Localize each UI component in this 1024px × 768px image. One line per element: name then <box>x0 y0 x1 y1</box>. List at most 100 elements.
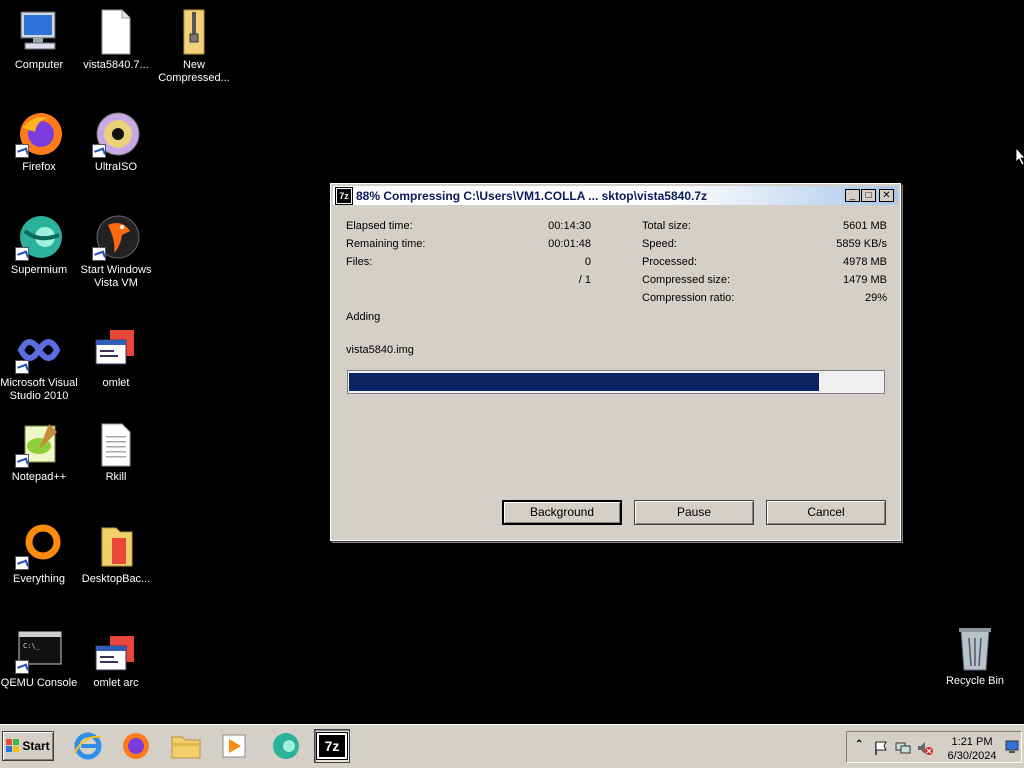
shortcut-arrow-icon <box>15 660 29 674</box>
console-icon: C:\_ <box>15 626 63 674</box>
computer-icon <box>15 8 63 56</box>
media-player-icon <box>222 734 246 758</box>
desktop-icon-label: DesktopBac... <box>81 573 151 585</box>
desktop-icon-qemu-console[interactable]: C:\_ QEMU Console <box>0 626 78 690</box>
omlet-icon <box>92 626 140 674</box>
recycle-bin-icon <box>951 624 999 672</box>
dialog-title-bar[interactable]: 7z 88% Compressing C:\Users\VM1.COLLA ..… <box>333 186 898 205</box>
clock-date: 6/30/2024 <box>947 750 997 762</box>
cancel-button[interactable]: Cancel <box>766 500 886 525</box>
stat-value: / 1 <box>578 274 591 286</box>
desktop-icon-label: Recycle Bin <box>945 675 1005 687</box>
folder-icon <box>171 736 201 759</box>
action-center-flag-icon[interactable] <box>873 740 889 756</box>
shortcut-arrow-icon <box>15 454 29 468</box>
progress-bar-fill <box>349 373 819 391</box>
desktop-icon-label: omlet <box>102 377 130 389</box>
desktop-icon-visual-studio[interactable]: Microsoft Visual Studio 2010 <box>0 326 78 403</box>
desktop-icon-ultraiso[interactable]: UltraISO <box>77 110 155 174</box>
status-text: Adding <box>346 311 381 323</box>
stat-label: Speed: <box>642 238 677 250</box>
show-hidden-icons-button[interactable]: ⌃ <box>855 739 863 750</box>
volume-muted-icon[interactable] <box>917 740 933 756</box>
background-button[interactable]: Background <box>502 500 622 525</box>
shortcut-arrow-icon <box>92 247 106 261</box>
stat-value: 0 <box>584 256 591 268</box>
taskbar-supermium[interactable] <box>268 729 304 763</box>
desktop-icon-everything[interactable]: Everything <box>0 522 78 586</box>
mouse-cursor-icon <box>1016 148 1024 166</box>
stat-label: Remaining time: <box>346 238 426 250</box>
stat-value: 00:14:30 <box>548 220 591 232</box>
stat-label: Files: <box>346 256 373 268</box>
folder-icon <box>92 522 140 570</box>
pause-button[interactable]: Pause <box>634 500 754 525</box>
desktop-icon-firefox[interactable]: Firefox <box>0 110 78 174</box>
desktop-icon-label: vista5840.7... <box>83 59 149 71</box>
firefox-icon <box>15 110 63 158</box>
close-button[interactable]: ✕ <box>879 189 894 202</box>
everything-icon <box>15 522 63 570</box>
taskbar-internet-explorer[interactable] <box>70 729 106 763</box>
taskbar: Start 7z ⌃ 1:21 PM 6/30/2024 <box>0 724 1024 768</box>
network-icon[interactable] <box>895 740 911 756</box>
maximize-button[interactable]: □ <box>861 189 876 202</box>
stat-value: 29% <box>864 292 887 304</box>
desktop-icon-vista-vm[interactable]: Start Windows Vista VM <box>77 213 155 290</box>
shortcut-arrow-icon <box>92 144 106 158</box>
desktop-icon-label: New Compressed... <box>158 59 230 84</box>
start-button[interactable]: Start <box>2 731 54 761</box>
progress-bar <box>347 370 885 394</box>
desktop-icon-label: QEMU Console <box>0 677 78 689</box>
desktop-icon-supermium[interactable]: Supermium <box>0 213 78 277</box>
internet-explorer-icon <box>74 732 102 760</box>
notepadpp-icon <box>15 420 63 468</box>
taskbar-media-player[interactable] <box>216 729 252 763</box>
taskbar-firefox[interactable] <box>118 729 154 763</box>
desktop-icon-label: Start Windows Vista VM <box>80 264 152 289</box>
shortcut-arrow-icon <box>15 556 29 570</box>
desktop-icon-recycle-bin[interactable]: Recycle Bin <box>936 624 1014 688</box>
maximize-icon: □ <box>865 189 872 201</box>
desktop-icon-label: UltraISO <box>94 161 138 173</box>
desktop-icon-notepadpp[interactable]: Notepad++ <box>0 420 78 484</box>
desktop-icon-omlet-arc[interactable]: omlet arc <box>77 626 155 690</box>
shortcut-arrow-icon <box>15 360 29 374</box>
stat-value: 00:01:48 <box>548 238 591 250</box>
desktop-icon-label: Supermium <box>10 264 68 276</box>
taskbar-file-explorer[interactable] <box>168 729 204 763</box>
clock-time: 1:21 PM <box>951 736 993 748</box>
close-icon: ✕ <box>882 189 891 201</box>
file-icon <box>92 8 140 56</box>
desktop-icon-label: Microsoft Visual Studio 2010 <box>0 377 78 402</box>
stat-value: 5601 MB <box>842 220 887 232</box>
show-desktop-icon[interactable] <box>1005 740 1019 754</box>
qemu-bird-icon <box>92 213 140 261</box>
stat-value: 4978 MB <box>842 256 887 268</box>
desktop-icon-new-compressed[interactable]: New Compressed... <box>155 8 233 85</box>
system-tray: ⌃ 1:21 PM 6/30/2024 <box>846 731 1022 763</box>
desktop-icon-computer[interactable]: Computer <box>0 8 78 72</box>
taskbar-7zip-active[interactable]: 7z <box>314 729 350 763</box>
stat-label: Compressed size: <box>642 274 731 286</box>
firefox-icon <box>123 733 149 759</box>
desktop-icon-rkill[interactable]: Rkill <box>77 420 155 484</box>
7zip-icon: 7z <box>335 186 353 205</box>
minimize-button[interactable]: _ <box>845 189 860 202</box>
desktop-icon-label: Everything <box>13 573 65 585</box>
clock[interactable]: 1:21 PM 6/30/2024 <box>941 735 1003 763</box>
visual-studio-icon <box>15 326 63 374</box>
text-file-icon <box>92 420 140 468</box>
minimize-icon: _ <box>849 189 856 201</box>
zip-folder-icon <box>170 8 218 56</box>
shortcut-arrow-icon <box>15 144 29 158</box>
stat-label: Processed: <box>642 256 698 268</box>
omlet-icon <box>92 326 140 374</box>
desktop-icon-desktop-backup[interactable]: DesktopBac... <box>77 522 155 586</box>
desktop-icon-label: omlet arc <box>93 677 139 689</box>
shortcut-arrow-icon <box>15 247 29 261</box>
supermium-icon <box>15 213 63 261</box>
desktop-icon-label: Rkill <box>105 471 127 483</box>
desktop-icon-vista-archive[interactable]: vista5840.7... <box>77 8 155 72</box>
desktop-icon-omlet[interactable]: omlet <box>77 326 155 390</box>
